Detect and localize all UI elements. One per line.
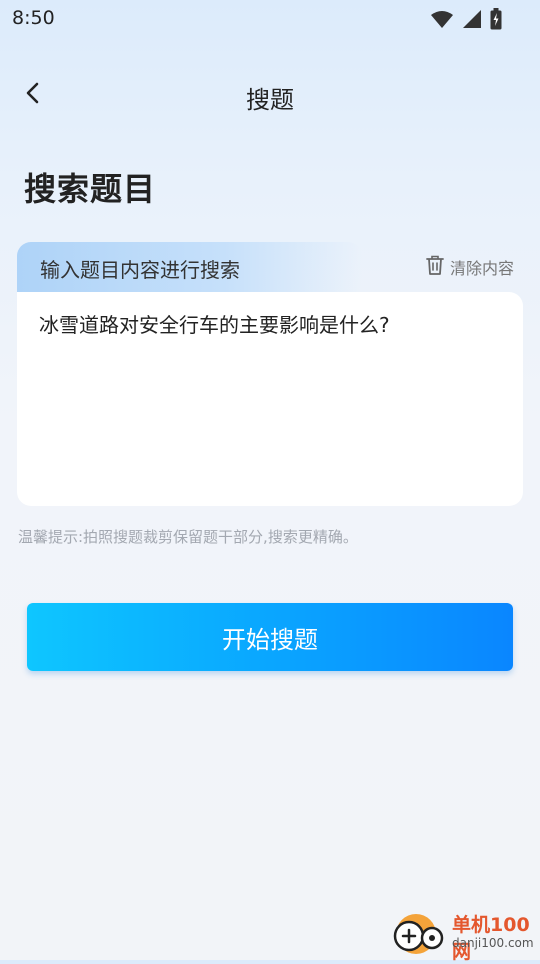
watermark-url: danji100.com [452, 936, 534, 950]
status-bar: 8:50 [0, 0, 540, 36]
question-input[interactable]: 冰雪道路对安全行车的主要影响是什么? [39, 310, 499, 490]
signal-icon [462, 9, 482, 29]
trash-icon [425, 254, 445, 280]
input-card-tab: 输入题目内容进行搜索 [17, 242, 362, 292]
tip-text: 温馨提示:拍照搜题裁剪保留题干部分,搜索更精确。 [18, 528, 358, 546]
page-title: 搜题 [246, 86, 294, 114]
clear-content-label: 清除内容 [449, 259, 514, 278]
section-title: 搜索题目 [24, 170, 157, 208]
input-card-body: 冰雪道路对安全行车的主要影响是什么? [17, 292, 523, 506]
status-time: 8:50 [12, 7, 55, 29]
status-icons [430, 8, 502, 30]
wifi-icon [430, 9, 454, 29]
clear-content-button[interactable]: 清除内容 [425, 254, 514, 280]
watermark: 单机100网 danji100.com [388, 906, 538, 963]
start-search-button[interactable]: 开始搜题 [27, 603, 513, 671]
battery-icon [490, 8, 502, 30]
header: 搜题 [0, 66, 540, 126]
input-card-tab-label: 输入题目内容进行搜索 [40, 258, 240, 282]
